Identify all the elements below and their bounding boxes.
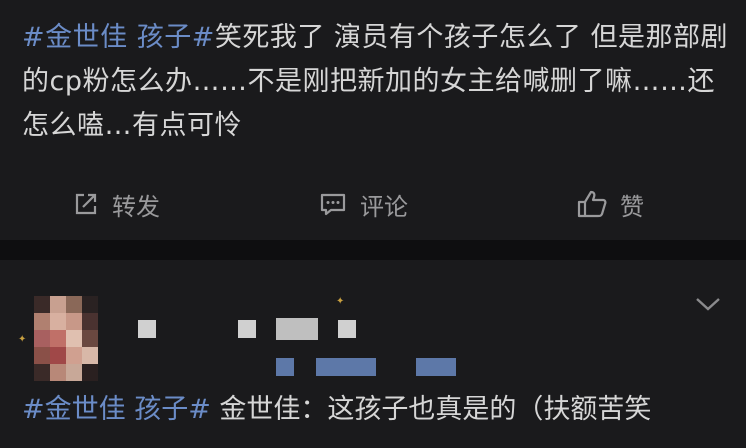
decor-mark: ✦ — [18, 334, 27, 345]
section-divider — [0, 240, 746, 260]
like-label: 赞 — [620, 192, 644, 221]
repost-icon — [75, 193, 97, 215]
comment-card: ✦ ✦ #金世佳 孩子# 金世佳：这孩子也真是的（扶额苦笑 — [0, 260, 746, 448]
chevron-down-icon[interactable] — [694, 294, 722, 314]
post-text: #金世佳 孩子#笑死我了 演员有个孩子怎么了 但是那部剧的cp粉怎么办……不是刚… — [22, 16, 732, 148]
thumbs-up-icon — [577, 190, 607, 218]
comment-body: 金世佳：这孩子也真是的（扶额苦笑 — [210, 394, 652, 425]
comment-hashtag[interactable]: #金世佳 孩子# — [22, 394, 211, 425]
repost-label: 转发 — [112, 192, 160, 221]
username-mosaic[interactable] — [238, 320, 256, 338]
username-mosaic[interactable] — [138, 320, 156, 338]
comment-icon — [320, 193, 346, 216]
decor-mark: ✦ — [336, 296, 345, 307]
badge-mosaic — [416, 358, 456, 376]
repost-button[interactable]: 转发 — [72, 186, 160, 222]
post-action-bar: 转发 评论 赞 — [0, 176, 746, 234]
avatar[interactable] — [34, 296, 98, 381]
comment-text: #金世佳 孩子# 金世佳：这孩子也真是的（扶额苦笑 — [22, 388, 742, 432]
badge-mosaic — [276, 358, 294, 376]
comment-label: 评论 — [360, 192, 408, 221]
badge-mosaic — [316, 358, 376, 376]
like-button[interactable]: 赞 — [576, 186, 644, 222]
comment-button[interactable]: 评论 — [318, 186, 408, 222]
username-mosaic[interactable] — [338, 320, 356, 338]
post-hashtag[interactable]: #金世佳 孩子# — [22, 22, 215, 53]
username-mosaic[interactable] — [276, 318, 318, 340]
post-card: #金世佳 孩子#笑死我了 演员有个孩子怎么了 但是那部剧的cp粉怎么办……不是刚… — [0, 0, 746, 240]
